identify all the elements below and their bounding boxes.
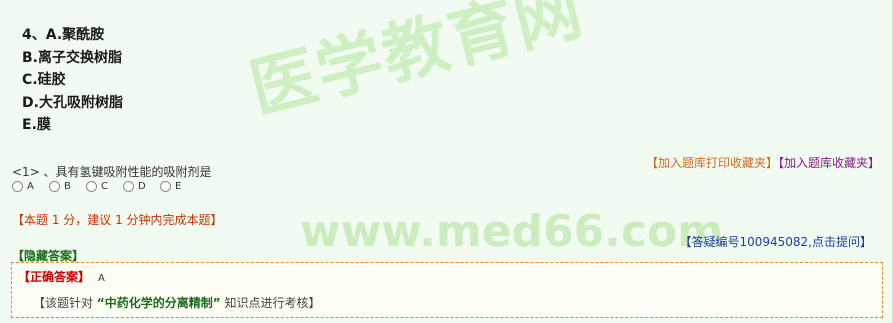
option-c: C.硅胶 [22,72,66,88]
hint-prefix: 【该题针对 [33,296,94,310]
option-e: E.膜 [22,117,51,133]
choice-d-label: D [138,181,146,192]
add-favorites-link[interactable]: 【加入题库收藏夹】 [778,156,880,170]
answer-options-list: 4、A.聚酰胺 B.离子交换树脂 C.硅胶 D.大孔吸附树脂 E.膜 [22,24,123,137]
choice-a-label: A [27,181,34,192]
choice-d[interactable]: D [123,181,160,192]
option-a: 4、A.聚酰胺 [22,27,105,43]
correct-answer-label: 【正确答案】 [18,270,91,284]
option-b: B.离子交换树脂 [22,49,122,66]
choice-radio-group: A B C D E [12,181,197,192]
choice-e[interactable]: E [160,181,197,192]
radio-a[interactable] [12,181,23,192]
choice-e-label: E [175,181,182,192]
radio-c[interactable] [86,181,97,192]
ask-question-link[interactable]: 【答疑编号100945082,点击提问】 [679,233,872,250]
favorite-links: 【加入题库打印收藏夹】【加入题库收藏夹】 [646,154,880,171]
radio-e[interactable] [160,181,171,192]
answer-panel: 【正确答案】 A 【该题针对 “中药化学的分离精制” 知识点进行考核】 [11,262,883,318]
choice-c[interactable]: C [86,181,123,192]
question-score-info: 【本题 1 分，建议 1 分钟内完成本题】 [12,213,223,227]
question-text: <1> 、具有氢键吸附性能的吸附剂是 [12,165,212,179]
watermark-text-url: www.med66.com [300,206,724,257]
add-print-favorites-link[interactable]: 【加入题库打印收藏夹】 [646,156,778,170]
watermark-text-cn: 医学教育网 [242,0,591,129]
choice-c-label: C [101,181,108,192]
choice-b-label: B [64,181,71,192]
choice-b[interactable]: B [49,181,86,192]
choice-a[interactable]: A [12,181,49,192]
option-d: D.大孔吸附树脂 [22,94,123,111]
radio-d[interactable] [123,181,134,192]
correct-answer-row: 【正确答案】 A [18,268,105,285]
radio-b[interactable] [49,181,60,192]
hint-suffix: 知识点进行考核】 [224,296,321,310]
knowledge-point: “中药化学的分离精制” [96,296,221,310]
knowledge-point-hint: 【该题针对 “中药化学的分离精制” 知识点进行考核】 [33,294,320,311]
correct-answer-value: A [98,273,105,284]
